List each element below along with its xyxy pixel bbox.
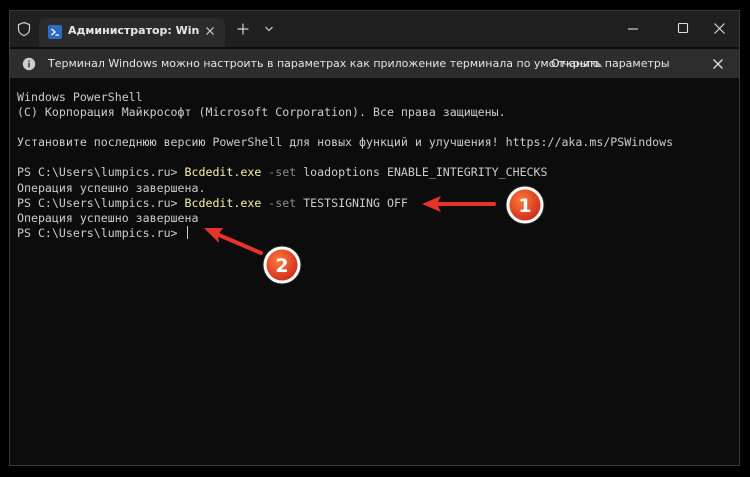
open-settings-link[interactable]: Открыть параметры [551,57,670,70]
command-line: PS C:\Users\lumpics.ru> Bcdedit.exe -set… [17,196,732,211]
command-args: TESTSIGNING OFF [296,195,408,210]
title-bar: Администратор: Windows Pc [10,11,739,47]
info-icon [22,57,36,71]
terminal-line: Операция успешно завершена [17,210,199,225]
terminal-line: Windows PowerShell [17,90,143,104]
plus-icon[interactable] [236,22,250,36]
tab-powershell[interactable]: Администратор: Windows Pc [39,18,225,47]
prompt: PS C:\Users\lumpics.ru> [17,195,185,210]
command-args: loadoptions ENABLE_INTEGRITY_CHECKS [296,165,548,180]
text-cursor [186,225,188,239]
command-line: PS C:\Users\lumpics.ru> [17,225,732,241]
terminal-line: Установите последнюю версию PowerShell д… [17,135,674,150]
prompt: PS C:\Users\lumpics.ru> [17,165,185,180]
info-banner: Терминал Windows можно настроить в парам… [10,49,739,78]
maximize-icon[interactable] [677,22,689,34]
command-name: Bcdedit.exe [184,195,262,210]
powershell-icon [48,25,62,39]
terminal-window: Администратор: Windows Pc Терминал Windo [9,10,740,466]
command-name: Bcdedit.exe [184,165,262,180]
terminal-line: Операция успешно завершена. [17,180,206,195]
command-flag: -set [261,195,297,210]
banner-message: Терминал Windows можно настроить в парам… [48,57,603,70]
prompt: PS C:\Users\lumpics.ru> [17,225,185,240]
close-icon[interactable] [712,58,724,70]
close-icon[interactable] [202,23,218,39]
shield-icon [17,21,31,37]
minimize-icon[interactable] [627,23,639,35]
tab-title: Администратор: Windows Pc [68,24,200,37]
chevron-down-icon[interactable] [263,24,275,34]
command-line: PS C:\Users\lumpics.ru> Bcdedit.exe -set… [17,165,732,180]
close-icon[interactable] [713,22,726,35]
command-flag: -set [261,165,297,180]
terminal-output[interactable]: Windows PowerShell (С) Корпорация Майкро… [17,90,732,450]
terminal-line: (С) Корпорация Майкрософт (Microsoft Cor… [17,105,506,120]
